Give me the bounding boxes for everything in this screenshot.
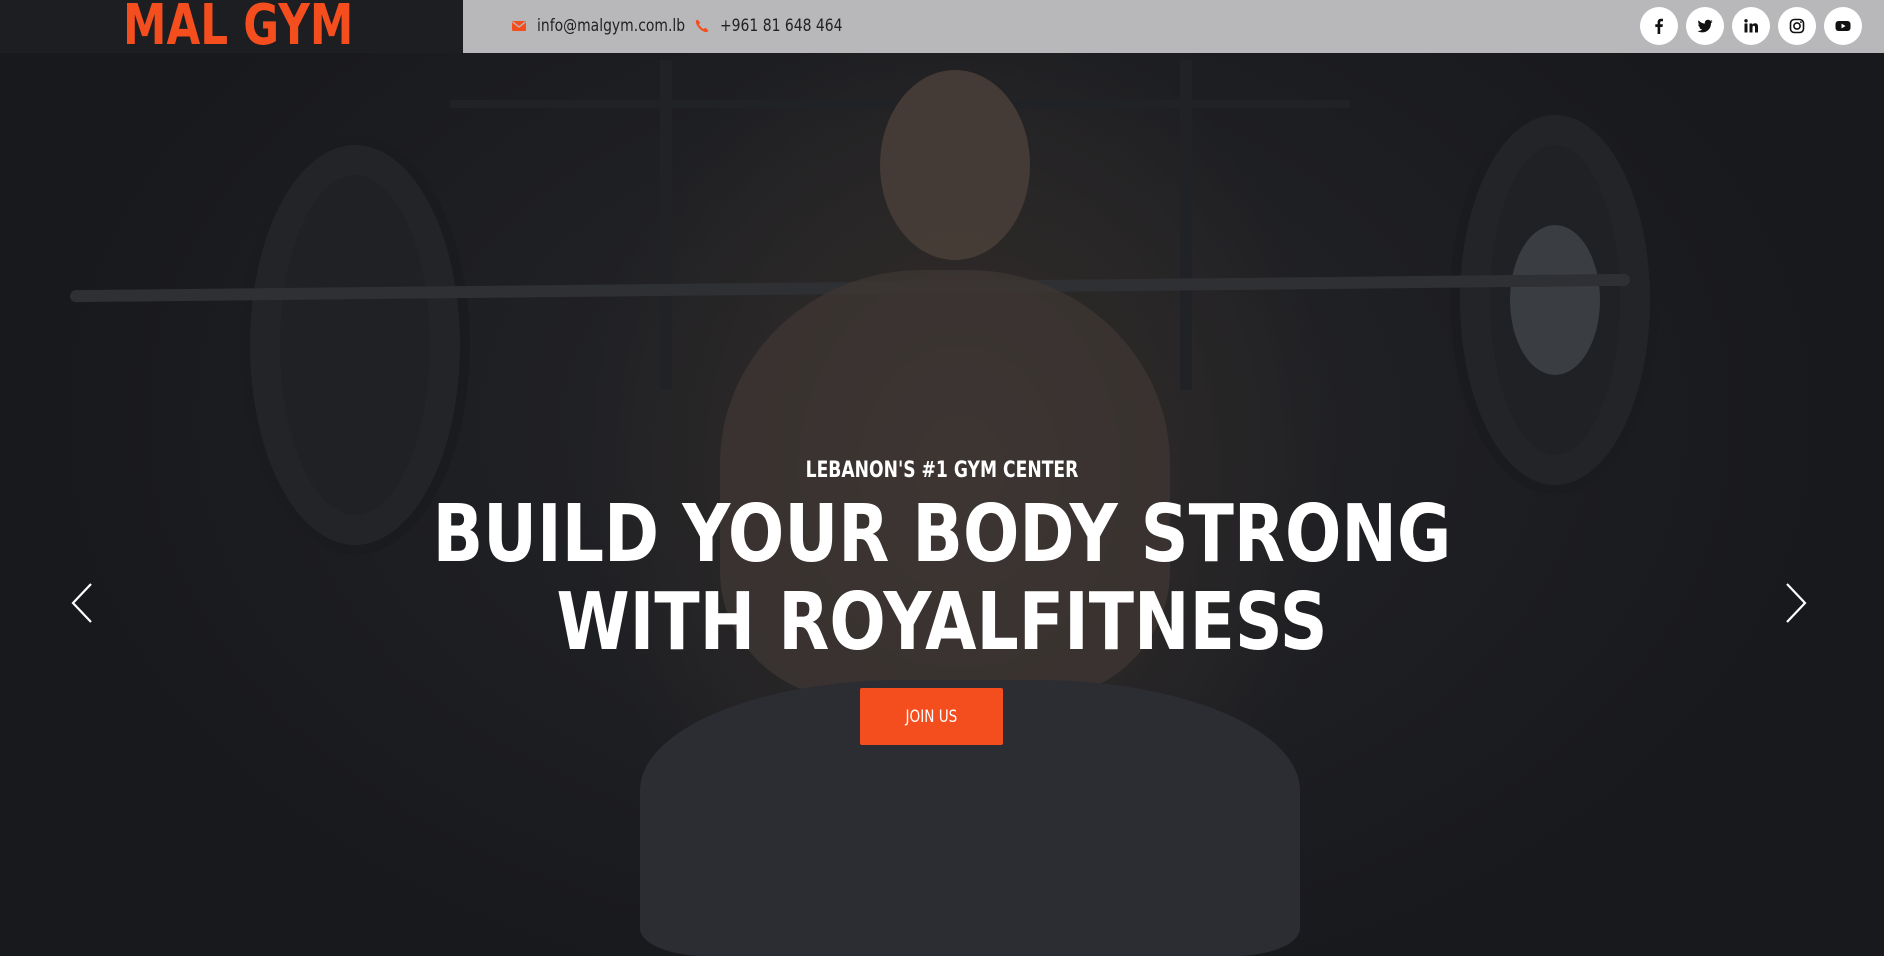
linkedin-button[interactable] (1732, 7, 1770, 45)
phone-link[interactable]: +961 81 648 464 (694, 14, 869, 38)
hero-headline-line2: WITH ROYALFITNESS (556, 576, 1328, 668)
weight-plate-right (1450, 105, 1660, 495)
instagram-icon (1789, 18, 1805, 34)
carousel-next-button[interactable] (1781, 580, 1811, 626)
linkedin-icon (1744, 19, 1758, 33)
hero-eyebrow: LEBANON'S #1 GYM CENTER (805, 458, 1079, 483)
logo-container: MAL GYM (0, 0, 463, 56)
email-link[interactable]: info@malgym.com.lb (511, 14, 718, 38)
contact-bar: info@malgym.com.lb +961 81 648 464 (463, 0, 1884, 53)
youtube-button[interactable] (1824, 7, 1862, 45)
hero-headline-line1: BUILD YOUR BODY STRONG (432, 488, 1452, 580)
chevron-left-icon (71, 583, 92, 623)
join-us-label: JOIN US (905, 706, 958, 727)
join-us-button[interactable]: JOIN US (860, 688, 1003, 745)
twitter-icon (1697, 19, 1713, 33)
social-links (1640, 7, 1862, 45)
youtube-icon (1835, 21, 1851, 31)
facebook-icon (1655, 18, 1663, 34)
rack-post-left (660, 60, 672, 390)
envelope-icon (511, 18, 527, 34)
instagram-button[interactable] (1778, 7, 1816, 45)
facebook-button[interactable] (1640, 7, 1678, 45)
carousel-prev-button[interactable] (67, 580, 97, 626)
athlete-head (880, 70, 1030, 260)
top-bar: MAL GYM info@malgym.com.lb +961 81 648 4… (0, 0, 1884, 56)
phone-icon (694, 18, 710, 34)
rack-post-right (1180, 60, 1192, 390)
email-text: info@malgym.com.lb (537, 16, 686, 36)
logo[interactable]: MAL GYM (123, 0, 353, 56)
hero-headline: BUILD YOUR BODY STRONG WITH ROYALFITNESS (151, 490, 1734, 666)
phone-text: +961 81 648 464 (720, 16, 843, 36)
chevron-right-icon (1786, 583, 1807, 623)
twitter-button[interactable] (1686, 7, 1724, 45)
